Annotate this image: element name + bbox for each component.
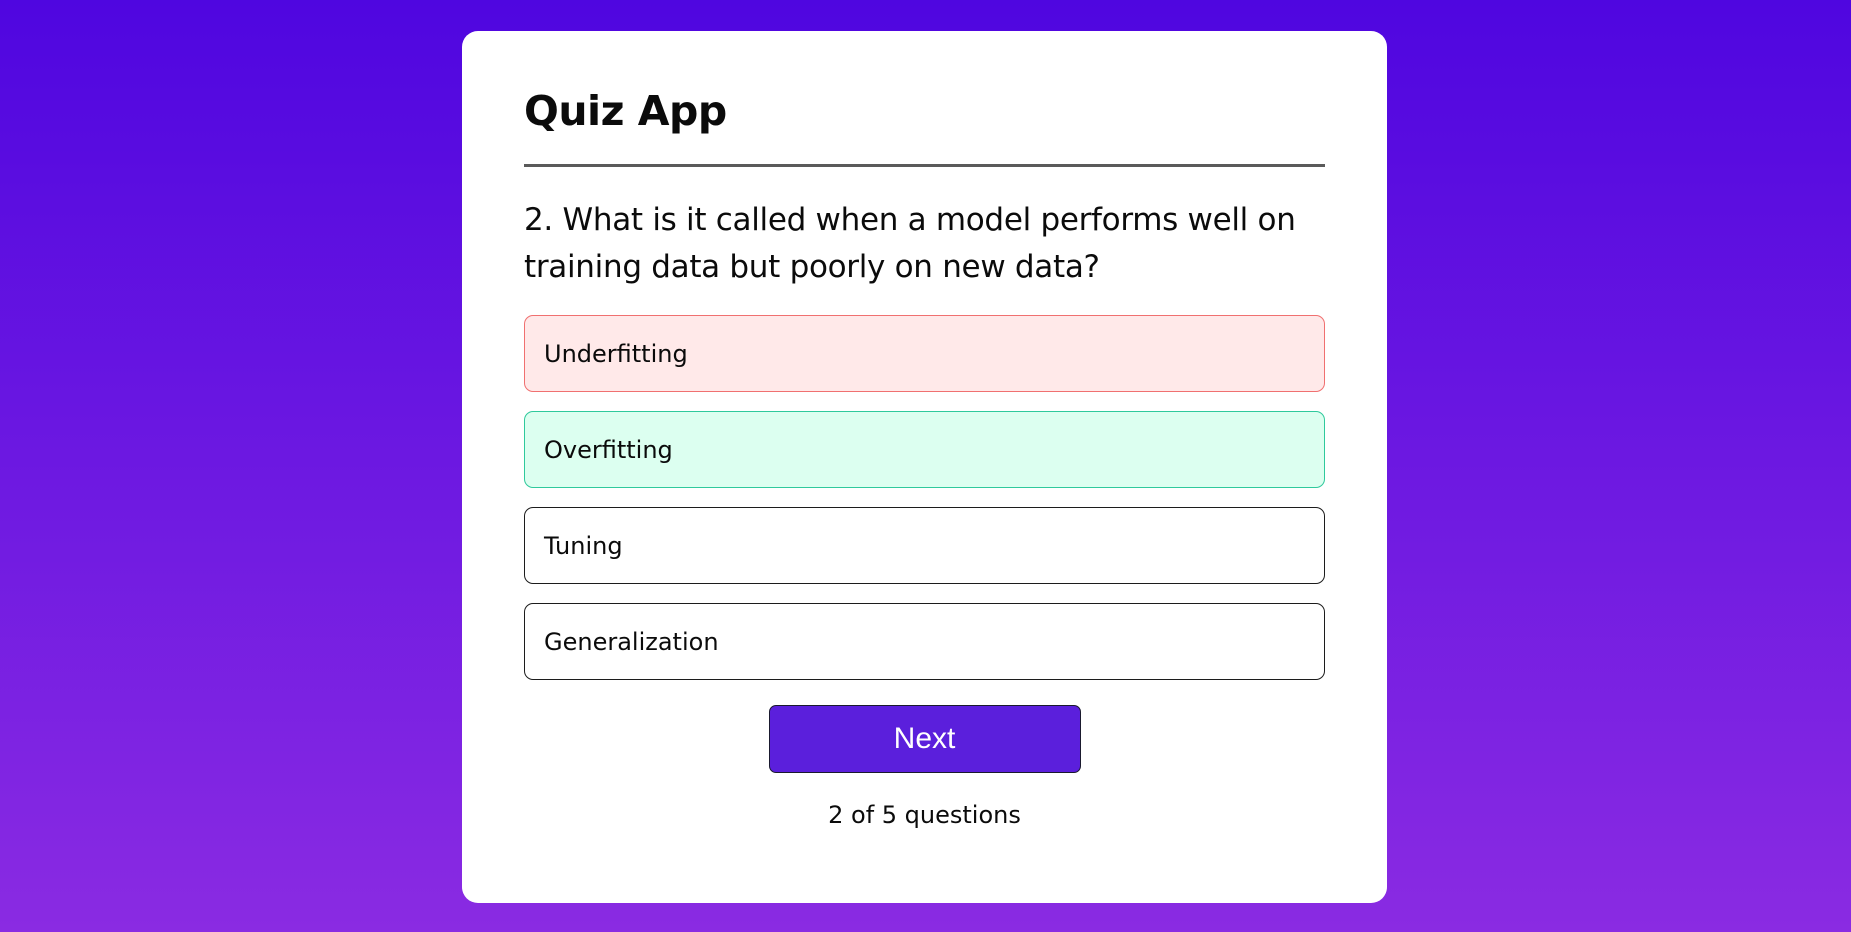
answer-option-underfitting[interactable]: Underfitting: [524, 315, 1325, 393]
answer-option-overfitting[interactable]: Overfitting: [524, 411, 1325, 489]
app-title: Quiz App: [524, 87, 727, 135]
next-button-container: Next: [524, 705, 1325, 774]
answer-list: Underfitting Overfitting Tuning Generali…: [524, 315, 1325, 681]
title-divider: [524, 164, 1325, 168]
answer-option-tuning[interactable]: Tuning: [524, 507, 1325, 585]
answer-option-generalization[interactable]: Generalization: [524, 603, 1325, 681]
question-progress: 2 of 5 questions: [828, 801, 1021, 830]
next-button[interactable]: Next: [768, 705, 1081, 774]
quiz-card: Quiz App 2. What is it called when a mod…: [462, 31, 1387, 903]
question-text: 2. What is it called when a model perfor…: [524, 202, 1296, 286]
